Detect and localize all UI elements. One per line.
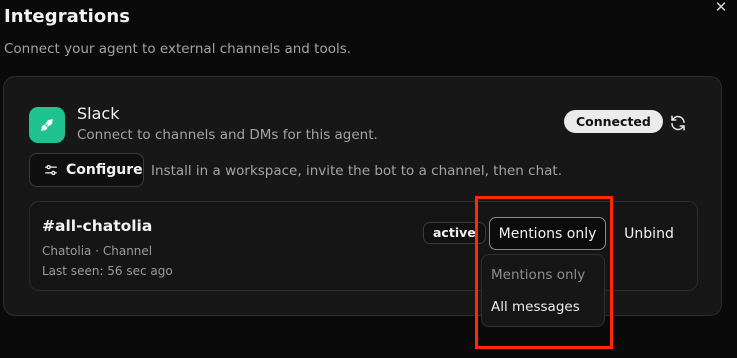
- close-icon: ✕: [714, 0, 728, 16]
- dropdown-option-mentions-only[interactable]: Mentions only: [486, 259, 600, 291]
- page-subtitle: Connect your agent to external channels …: [4, 41, 352, 57]
- unbind-button[interactable]: Unbind: [618, 217, 680, 250]
- refresh-button[interactable]: [666, 111, 690, 135]
- mode-dropdown-menu: Mentions only All messages: [481, 254, 605, 327]
- refresh-icon: [671, 115, 685, 131]
- page-title: Integrations: [4, 6, 131, 27]
- integration-card: Slack Connect to channels and DMs for th…: [3, 76, 722, 316]
- configure-label: Configure: [66, 162, 143, 178]
- integration-description: Connect to channels and DMs for this age…: [77, 127, 378, 143]
- last-seen: Last seen: 56 sec ago: [42, 264, 173, 278]
- status-badge: Connected: [564, 110, 663, 133]
- configure-button[interactable]: Configure: [29, 153, 144, 187]
- channel-meta: Chatolia · Channel: [42, 244, 153, 258]
- close-button[interactable]: ✕: [711, 0, 731, 17]
- mode-select[interactable]: Mentions only: [489, 217, 606, 250]
- active-badge: active: [423, 222, 486, 244]
- install-hint: Install in a workspace, invite the bot t…: [151, 163, 562, 179]
- sliders-icon: [45, 164, 57, 176]
- integrations-panel: Integrations Connect your agent to exter…: [0, 0, 737, 358]
- plug-icon: [29, 107, 65, 143]
- channel-name: #all-chatolia: [42, 217, 153, 235]
- integration-name: Slack: [77, 104, 120, 123]
- dropdown-option-all-messages[interactable]: All messages: [486, 291, 600, 323]
